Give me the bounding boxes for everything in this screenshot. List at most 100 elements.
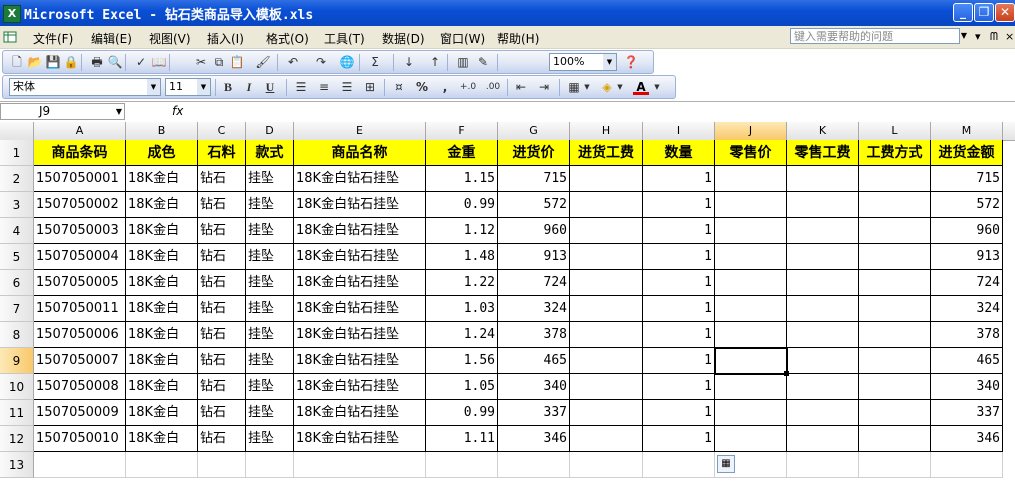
data-cell[interactable] bbox=[859, 322, 931, 348]
data-cell[interactable]: 913 bbox=[498, 244, 570, 270]
data-cell[interactable]: 378 bbox=[931, 322, 1003, 348]
data-cell[interactable]: 1507050007 bbox=[34, 348, 126, 374]
header-cell[interactable]: 零售工费 bbox=[787, 140, 859, 166]
data-cell[interactable] bbox=[715, 218, 787, 244]
data-cell[interactable]: 18K金白 bbox=[126, 270, 198, 296]
data-cell[interactable]: 18K金白钻石挂坠 bbox=[294, 296, 426, 322]
data-cell[interactable]: 1507050003 bbox=[34, 218, 126, 244]
select-all-button[interactable] bbox=[0, 122, 34, 140]
data-cell[interactable]: 挂坠 bbox=[246, 322, 294, 348]
data-cell[interactable]: 挂坠 bbox=[246, 400, 294, 426]
empty-cell[interactable] bbox=[126, 452, 198, 478]
data-cell[interactable]: 钻石 bbox=[198, 218, 246, 244]
row-header[interactable]: 7 bbox=[0, 296, 34, 322]
empty-cell[interactable] bbox=[34, 452, 126, 478]
header-cell[interactable]: 石料 bbox=[198, 140, 246, 166]
data-cell[interactable]: 0.99 bbox=[426, 192, 498, 218]
data-cell[interactable]: 挂坠 bbox=[246, 426, 294, 452]
menu-item[interactable]: 数据(D) bbox=[382, 30, 425, 47]
header-cell[interactable]: 金重 bbox=[426, 140, 498, 166]
data-cell[interactable] bbox=[715, 244, 787, 270]
data-cell[interactable] bbox=[715, 192, 787, 218]
menu-item[interactable]: 工具(T) bbox=[324, 30, 365, 47]
data-cell[interactable]: 340 bbox=[498, 374, 570, 400]
data-cell[interactable]: 18K金白 bbox=[126, 166, 198, 192]
minimize-button[interactable]: _ bbox=[953, 3, 973, 22]
empty-cell[interactable] bbox=[787, 452, 859, 478]
row-header[interactable]: 12 bbox=[0, 426, 34, 452]
data-cell[interactable]: 1.11 bbox=[426, 426, 498, 452]
data-cell[interactable] bbox=[715, 400, 787, 426]
copy-icon[interactable]: ⧉ bbox=[211, 54, 227, 70]
increase-decimal-button[interactable]: +.0 bbox=[458, 79, 478, 95]
data-cell[interactable]: 1 bbox=[643, 166, 715, 192]
data-cell[interactable]: 18K金白钻石挂坠 bbox=[294, 244, 426, 270]
data-cell[interactable]: 18K金白 bbox=[126, 244, 198, 270]
data-cell[interactable]: 1.05 bbox=[426, 374, 498, 400]
data-cell[interactable]: 1 bbox=[643, 322, 715, 348]
data-cell[interactable]: 0.99 bbox=[426, 400, 498, 426]
data-cell[interactable]: 1.56 bbox=[426, 348, 498, 374]
data-cell[interactable]: 960 bbox=[931, 218, 1003, 244]
data-cell[interactable] bbox=[787, 400, 859, 426]
data-cell[interactable]: 18K金白钻石挂坠 bbox=[294, 322, 426, 348]
chart-wizard-icon[interactable]: ▥ bbox=[455, 54, 471, 70]
header-cell[interactable]: 款式 bbox=[246, 140, 294, 166]
data-cell[interactable]: 340 bbox=[931, 374, 1003, 400]
data-cell[interactable] bbox=[787, 348, 859, 374]
zoom-combo[interactable]: 100% ▼ bbox=[549, 53, 617, 71]
data-cell[interactable]: 337 bbox=[931, 400, 1003, 426]
data-cell[interactable]: 1 bbox=[643, 374, 715, 400]
data-cell[interactable]: 1 bbox=[643, 270, 715, 296]
data-cell[interactable]: 钻石 bbox=[198, 244, 246, 270]
column-header[interactable]: C bbox=[198, 122, 246, 140]
data-cell[interactable]: 1507050011 bbox=[34, 296, 126, 322]
data-cell[interactable] bbox=[715, 296, 787, 322]
font-combo[interactable]: 宋体 ▼ bbox=[9, 78, 161, 96]
formula-input[interactable] bbox=[190, 103, 1013, 120]
data-cell[interactable]: 18K金白 bbox=[126, 296, 198, 322]
header-cell[interactable]: 成色 bbox=[126, 140, 198, 166]
workbook-close-button[interactable]: × bbox=[1005, 30, 1014, 43]
data-cell[interactable] bbox=[787, 244, 859, 270]
save-icon[interactable]: 💾 bbox=[45, 54, 61, 70]
print-preview-icon[interactable]: 🔍 bbox=[107, 54, 123, 70]
data-cell[interactable]: 18K金白钻石挂坠 bbox=[294, 374, 426, 400]
excel-app-icon[interactable]: X bbox=[3, 5, 21, 23]
data-cell[interactable]: 724 bbox=[498, 270, 570, 296]
italic-button[interactable]: I bbox=[241, 79, 257, 95]
open-icon[interactable]: 📂 bbox=[27, 54, 43, 70]
data-cell[interactable]: 钻石 bbox=[198, 192, 246, 218]
data-cell[interactable] bbox=[570, 166, 643, 192]
data-cell[interactable]: 18K金白钻石挂坠 bbox=[294, 400, 426, 426]
column-header[interactable]: A bbox=[34, 122, 126, 140]
header-cell[interactable]: 进货工费 bbox=[570, 140, 643, 166]
data-cell[interactable] bbox=[570, 244, 643, 270]
data-cell[interactable] bbox=[715, 270, 787, 296]
data-cell[interactable] bbox=[859, 270, 931, 296]
data-cell[interactable]: 18K金白钻石挂坠 bbox=[294, 166, 426, 192]
data-cell[interactable]: 18K金白钻石挂坠 bbox=[294, 218, 426, 244]
data-cell[interactable]: 1507050010 bbox=[34, 426, 126, 452]
data-cell[interactable]: 1507050004 bbox=[34, 244, 126, 270]
currency-icon[interactable]: ¤ bbox=[391, 79, 407, 95]
data-cell[interactable]: 715 bbox=[931, 166, 1003, 192]
workbook-minimize-button[interactable]: ▾ bbox=[975, 30, 981, 43]
data-cell[interactable] bbox=[715, 166, 787, 192]
data-cell[interactable] bbox=[787, 192, 859, 218]
format-painter-icon[interactable]: 🖌 bbox=[255, 54, 271, 70]
data-cell[interactable]: 挂坠 bbox=[246, 374, 294, 400]
data-cell[interactable]: 724 bbox=[931, 270, 1003, 296]
data-cell[interactable] bbox=[570, 322, 643, 348]
menu-item[interactable]: 编辑(E) bbox=[91, 30, 132, 47]
data-cell[interactable] bbox=[570, 296, 643, 322]
data-cell[interactable]: 1 bbox=[643, 400, 715, 426]
data-cell[interactable] bbox=[570, 400, 643, 426]
data-cell[interactable]: 324 bbox=[498, 296, 570, 322]
data-cell[interactable]: 1.22 bbox=[426, 270, 498, 296]
name-box-dropdown-icon[interactable]: ▼ bbox=[116, 104, 122, 119]
data-cell[interactable] bbox=[570, 192, 643, 218]
data-cell[interactable] bbox=[859, 374, 931, 400]
percent-button[interactable]: % bbox=[414, 79, 430, 95]
increase-indent-icon[interactable]: ⇥ bbox=[536, 79, 552, 95]
